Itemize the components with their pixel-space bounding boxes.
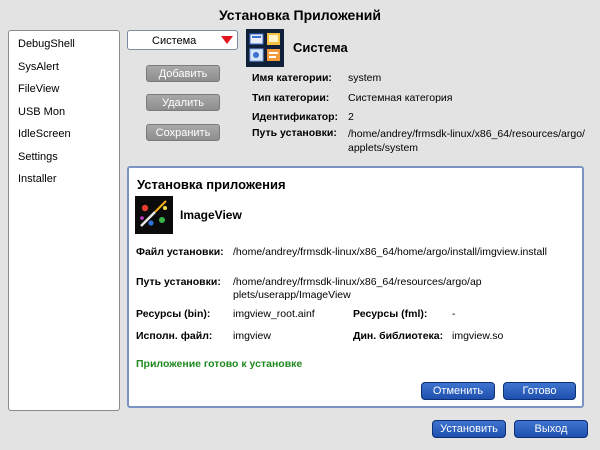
done-button[interactable]: Готово [503,382,576,400]
install-file-label: Файл установки: [136,246,224,258]
applet-item-settings[interactable]: Settings [18,151,58,163]
category-id-label: Идентификатор: [252,111,339,123]
install-path-label: Путь установки: [136,276,221,288]
resources-fml-value: - [452,308,456,320]
install-status-text: Приложение готово к установке [136,358,303,370]
resources-fml-label: Ресурсы (fml): [353,308,428,320]
install-path-value: /home/andrey/frmsdk-linux/x86_64/resourc… [233,276,482,301]
system-category-icon [246,29,284,67]
applet-item-fileview[interactable]: FileView [18,83,59,95]
applet-item-debugshell[interactable]: DebugShell [18,38,75,50]
applet-item-usb-mon[interactable]: USB Mon [18,106,65,118]
category-type-value: Системная категория [348,92,453,104]
dropdown-arrow-icon [221,36,233,44]
install-panel: Установка приложения ImageView Файл уста… [127,166,584,408]
remove-category-button[interactable]: Удалить [146,94,220,111]
category-path-label: Путь установки: [252,127,337,139]
category-type-label: Тип категории: [252,92,330,104]
applet-item-sysalert[interactable]: SysAlert [18,61,59,73]
app-title: ImageView [180,208,242,222]
executable-label: Исполн. файл: [136,330,213,342]
save-category-button[interactable]: Сохранить [146,124,220,141]
executable-value: imgview [233,330,271,342]
window-title: Установка Приложений [218,7,382,23]
category-path-value: /home/andrey/frmsdk-linux/x86_64/resourc… [348,128,585,154]
applet-list[interactable]: DebugShell SysAlert FileView USB Mon Idl… [8,30,120,411]
install-file-value: /home/andrey/frmsdk-linux/x86_64/home/ar… [233,246,547,258]
resources-bin-label: Ресурсы (bin): [136,308,211,320]
cancel-button[interactable]: Отменить [421,382,495,400]
dynamic-library-value: imgview.so [452,330,504,342]
category-select-value: Система [152,35,197,47]
category-name-value: system [348,72,382,84]
resources-bin-value: imgview_root.ainf [233,308,315,320]
install-button[interactable]: Установить [432,420,506,438]
add-category-button[interactable]: Добавить [146,65,220,82]
install-panel-title: Установка приложения [137,177,286,192]
category-name-label: Имя категории: [252,72,332,84]
dynamic-library-label: Дин. библиотека: [353,330,444,342]
category-title: Система [293,40,348,55]
imageview-app-icon [135,196,173,234]
applet-item-idlescreen[interactable]: IdleScreen [18,128,71,140]
category-select[interactable]: Система [127,30,238,50]
category-id-value: 2 [348,111,354,123]
exit-button[interactable]: Выход [514,420,588,438]
applet-item-installer[interactable]: Installer [18,173,57,185]
